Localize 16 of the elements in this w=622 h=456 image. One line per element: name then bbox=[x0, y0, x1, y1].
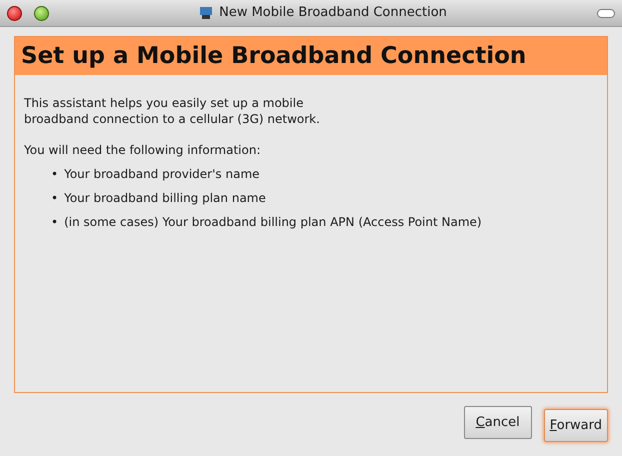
cancel-button[interactable]: Cancel bbox=[464, 406, 532, 439]
maximize-button[interactable] bbox=[34, 6, 49, 20]
requirement-item: (in some cases) Your broadband billing plan APN (Access Point Name) bbox=[64, 214, 482, 230]
bullet-marker: • bbox=[51, 190, 58, 206]
intro-text: This assistant helps you easily set up a mobile broadband connection to a cellular (3G) network. bbox=[24, 95, 320, 127]
window-shade-button[interactable] bbox=[597, 8, 615, 18]
requirement-item: Your broadband provider's name bbox=[64, 166, 260, 182]
bullet-marker: • bbox=[51, 214, 58, 230]
info-label: You will need the following information: bbox=[24, 142, 261, 158]
forward-button[interactable]: Forward bbox=[544, 409, 608, 442]
requirement-item: Your broadband billing plan name bbox=[64, 190, 266, 206]
bullet-marker: • bbox=[51, 166, 58, 182]
close-button[interactable] bbox=[7, 6, 22, 20]
network-device-icon bbox=[199, 6, 214, 20]
window-title: New Mobile Broadband Connection bbox=[219, 4, 447, 22]
page-heading: Set up a Mobile Broadband Connection bbox=[15, 37, 607, 75]
